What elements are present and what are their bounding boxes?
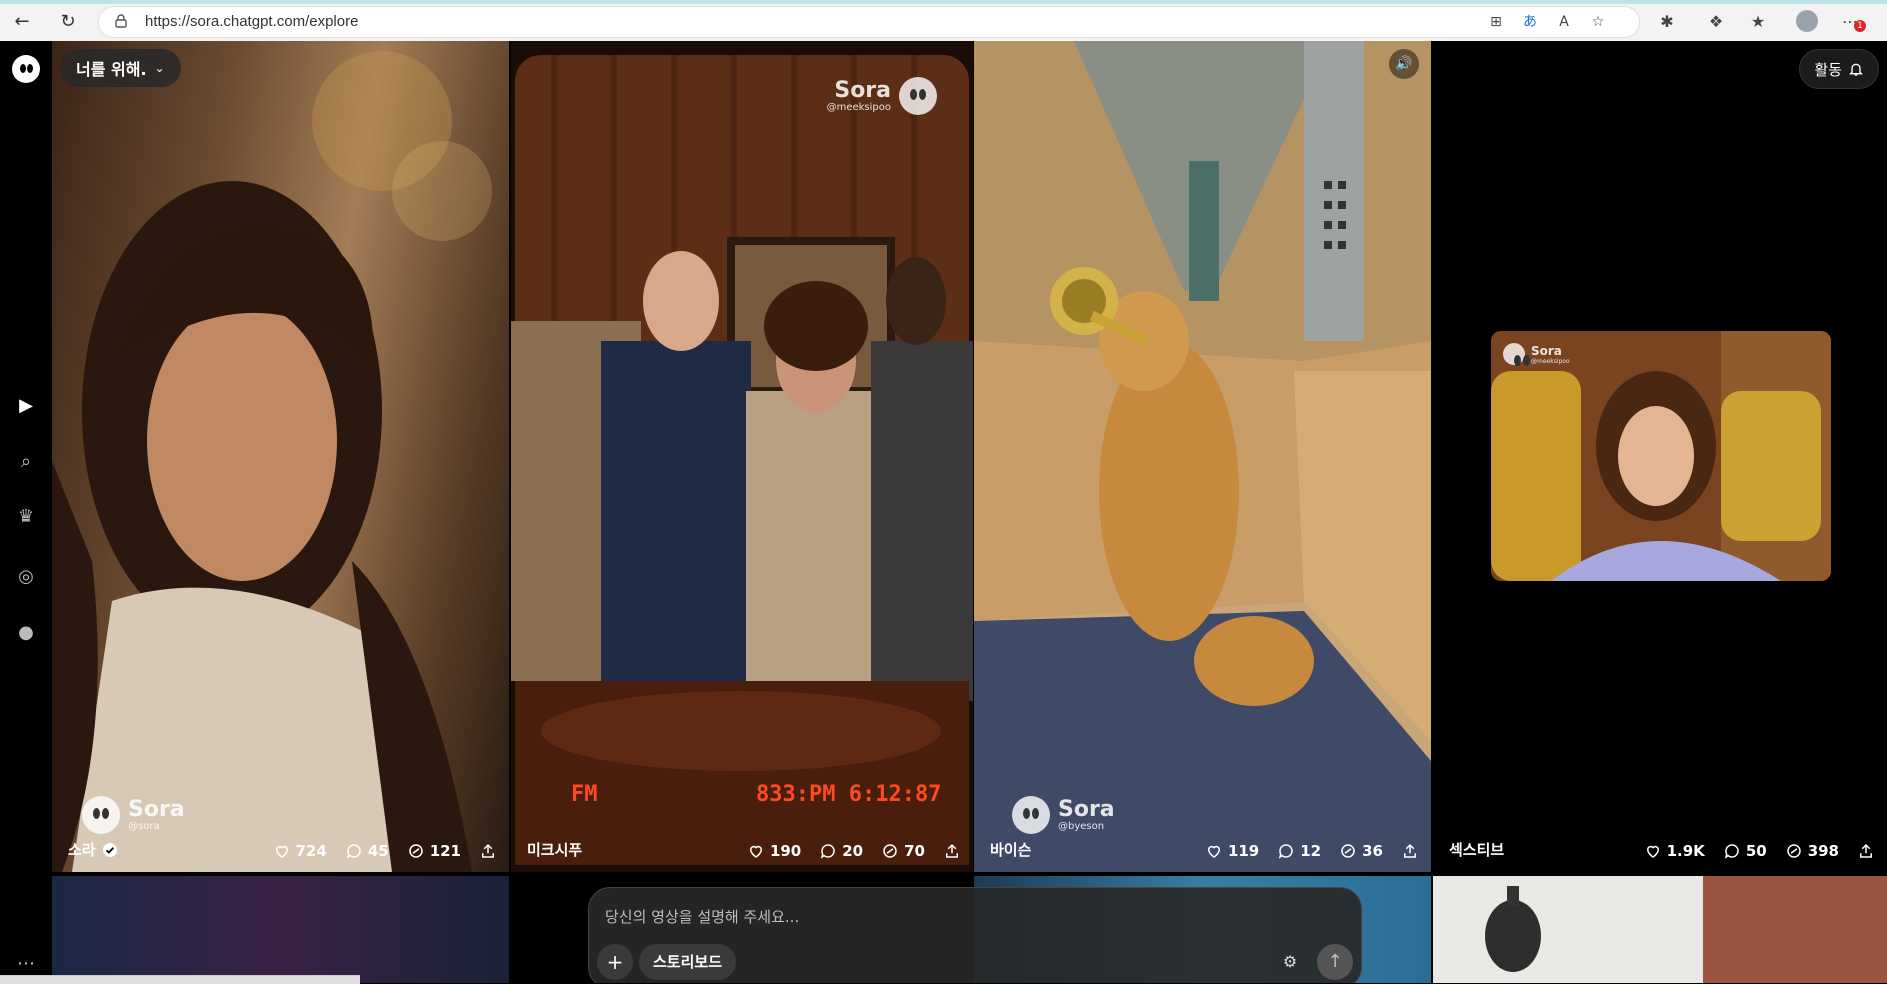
share-button[interactable]	[479, 842, 497, 860]
sora-ghost-icon	[82, 796, 120, 834]
video-stats: 119 12 36	[1205, 842, 1419, 860]
url-text: https://sora.chatgpt.com/explore	[145, 13, 359, 30]
search-icon[interactable]: ⌕	[13, 449, 39, 475]
storyboard-button[interactable]: 스토리보드	[639, 944, 737, 980]
trophy-icon[interactable]: ♛	[13, 504, 39, 530]
sora-ghost-icon	[899, 77, 937, 115]
video-stats: 190 20 70	[747, 842, 961, 860]
comment-icon	[821, 844, 835, 859]
extensions-icon[interactable]: ✱	[1655, 10, 1679, 34]
share-button[interactable]	[1857, 842, 1875, 860]
video-thumbnail	[1433, 876, 1887, 983]
remix-icon	[408, 844, 423, 858]
favorite-star-icon[interactable]: ☆	[1587, 11, 1609, 33]
remix-button[interactable]: 121	[407, 842, 461, 860]
share-icon	[482, 843, 494, 858]
sora-watermark: Sora @meeksipoo	[1503, 343, 1570, 366]
sora-app: ▶ ⌕ ♛ ◎ ● ⋯ Sora @sora 소라 724 45 121 FM …	[0, 41, 1887, 983]
sound-toggle-icon[interactable]: 🔊	[1389, 49, 1419, 79]
video-thumbnail	[1491, 331, 1831, 581]
comment-icon	[1724, 844, 1739, 859]
comment-icon	[1279, 844, 1293, 859]
video-tile-5[interactable]	[52, 876, 509, 983]
remix-button[interactable]: 36	[1339, 842, 1383, 860]
remix-button[interactable]: 70	[881, 842, 925, 860]
like-button[interactable]: 190	[747, 842, 801, 860]
video-tile-4[interactable]: Sora @meeksipoo 섹스티브 1.9K 50 398	[1433, 41, 1887, 872]
sora-watermark: Sora @byeson	[1012, 796, 1115, 834]
svg-text:833:PM 6:12:87: 833:PM 6:12:87	[756, 782, 941, 807]
verified-icon	[102, 842, 117, 857]
remix-icon	[883, 844, 897, 858]
video-stats: 724 45 121	[273, 842, 498, 860]
heart-icon	[275, 845, 288, 858]
translate-icon[interactable]: あ	[1519, 11, 1541, 33]
share-icon	[1404, 843, 1416, 858]
video-thumbnail: FM 833:PM 6:12:87	[511, 55, 973, 865]
prompt-input[interactable]: 당신의 영상을 설명해 주세요...	[605, 906, 799, 927]
apps-icon[interactable]: ⊞	[1485, 11, 1507, 33]
svg-text:FM: FM	[571, 782, 598, 807]
remix-icon	[1341, 844, 1355, 858]
bell-icon	[1849, 63, 1863, 76]
sora-watermark: Sora @meeksipoo	[827, 77, 937, 115]
author-label[interactable]: 미크시푸	[527, 839, 582, 860]
video-thumbnail	[52, 51, 492, 872]
video-stats: 1.9K 50 398	[1644, 842, 1875, 860]
author-label[interactable]: 소라	[68, 839, 118, 860]
lock-icon	[115, 14, 127, 28]
sidebar: ▶ ⌕ ♛ ◎ ● ⋯	[0, 41, 52, 983]
author-label[interactable]: 섹스티브	[1449, 839, 1504, 860]
comment-button[interactable]: 12	[1277, 842, 1321, 860]
share-icon	[946, 843, 958, 858]
chevron-down-icon: ⌄	[154, 61, 165, 75]
sora-logo-icon[interactable]	[12, 55, 40, 83]
address-bar[interactable]: https://sora.chatgpt.com/explore ⊞ あ A ☆	[98, 6, 1640, 38]
add-media-button[interactable]: +	[597, 944, 633, 980]
like-button[interactable]: 119	[1205, 842, 1259, 860]
share-button[interactable]	[1401, 842, 1419, 860]
explore-play-icon[interactable]: ▶	[13, 393, 39, 419]
profile-icon[interactable]: ●	[13, 620, 39, 646]
read-aloud-icon[interactable]: A	[1553, 11, 1575, 33]
heart-icon	[1207, 845, 1220, 858]
feed-selector-button[interactable]: 너를 위해. ⌄	[60, 49, 181, 87]
sora-watermark: Sora @sora	[82, 796, 185, 834]
collections-icon[interactable]: ❖	[1704, 10, 1728, 34]
activity-button[interactable]: 활동	[1799, 49, 1879, 89]
favorites-icon[interactable]: ★	[1746, 10, 1770, 34]
sora-ghost-icon	[1012, 796, 1050, 834]
remix-icon	[1786, 844, 1801, 858]
comment-button[interactable]: 20	[819, 842, 863, 860]
share-icon	[1860, 843, 1872, 858]
like-button[interactable]: 724	[273, 842, 327, 860]
my-videos-icon[interactable]: ◎	[13, 564, 39, 590]
sora-ghost-icon	[1503, 343, 1530, 366]
settings-sliders-icon[interactable]: ⚙	[1272, 944, 1308, 980]
profile-avatar[interactable]	[1796, 10, 1818, 32]
browser-chrome: ← ↻ https://sora.chatgpt.com/explore ⊞ あ…	[0, 0, 1887, 42]
video-tile-8[interactable]	[1433, 876, 1887, 983]
comment-icon	[346, 844, 361, 859]
heart-icon	[749, 845, 762, 858]
comment-button[interactable]: 45	[345, 842, 389, 860]
notification-badge: 1	[1854, 20, 1866, 32]
share-button[interactable]	[943, 842, 961, 860]
submit-arrow-button[interactable]: ↑	[1317, 944, 1353, 980]
comment-button[interactable]: 50	[1723, 842, 1767, 860]
refresh-icon[interactable]: ↻	[56, 10, 80, 34]
video-tile-3[interactable]: 🔊 Sora @byeson 바이슨 119 12 36	[974, 41, 1431, 872]
tab-strip-edge	[0, 0, 1887, 4]
back-icon[interactable]: ←	[10, 10, 34, 34]
video-tile-2[interactable]: FM 833:PM 6:12:87 Sora @meeksipoo 미크시푸 1…	[511, 41, 973, 872]
heart-icon	[1646, 845, 1659, 858]
prompt-composer: 당신의 영상을 설명해 주세요... + 스토리보드 ⚙ ↑	[588, 887, 1362, 983]
video-thumbnail	[974, 41, 1431, 872]
like-button[interactable]: 1.9K	[1644, 842, 1705, 860]
more-icon[interactable]: ⋯	[13, 951, 39, 977]
video-tile-1[interactable]: Sora @sora 소라 724 45 121	[52, 41, 509, 872]
author-label[interactable]: 바이슨	[990, 839, 1031, 860]
remix-button[interactable]: 398	[1785, 842, 1839, 860]
landscape-video-preview: Sora @meeksipoo	[1491, 331, 1831, 581]
